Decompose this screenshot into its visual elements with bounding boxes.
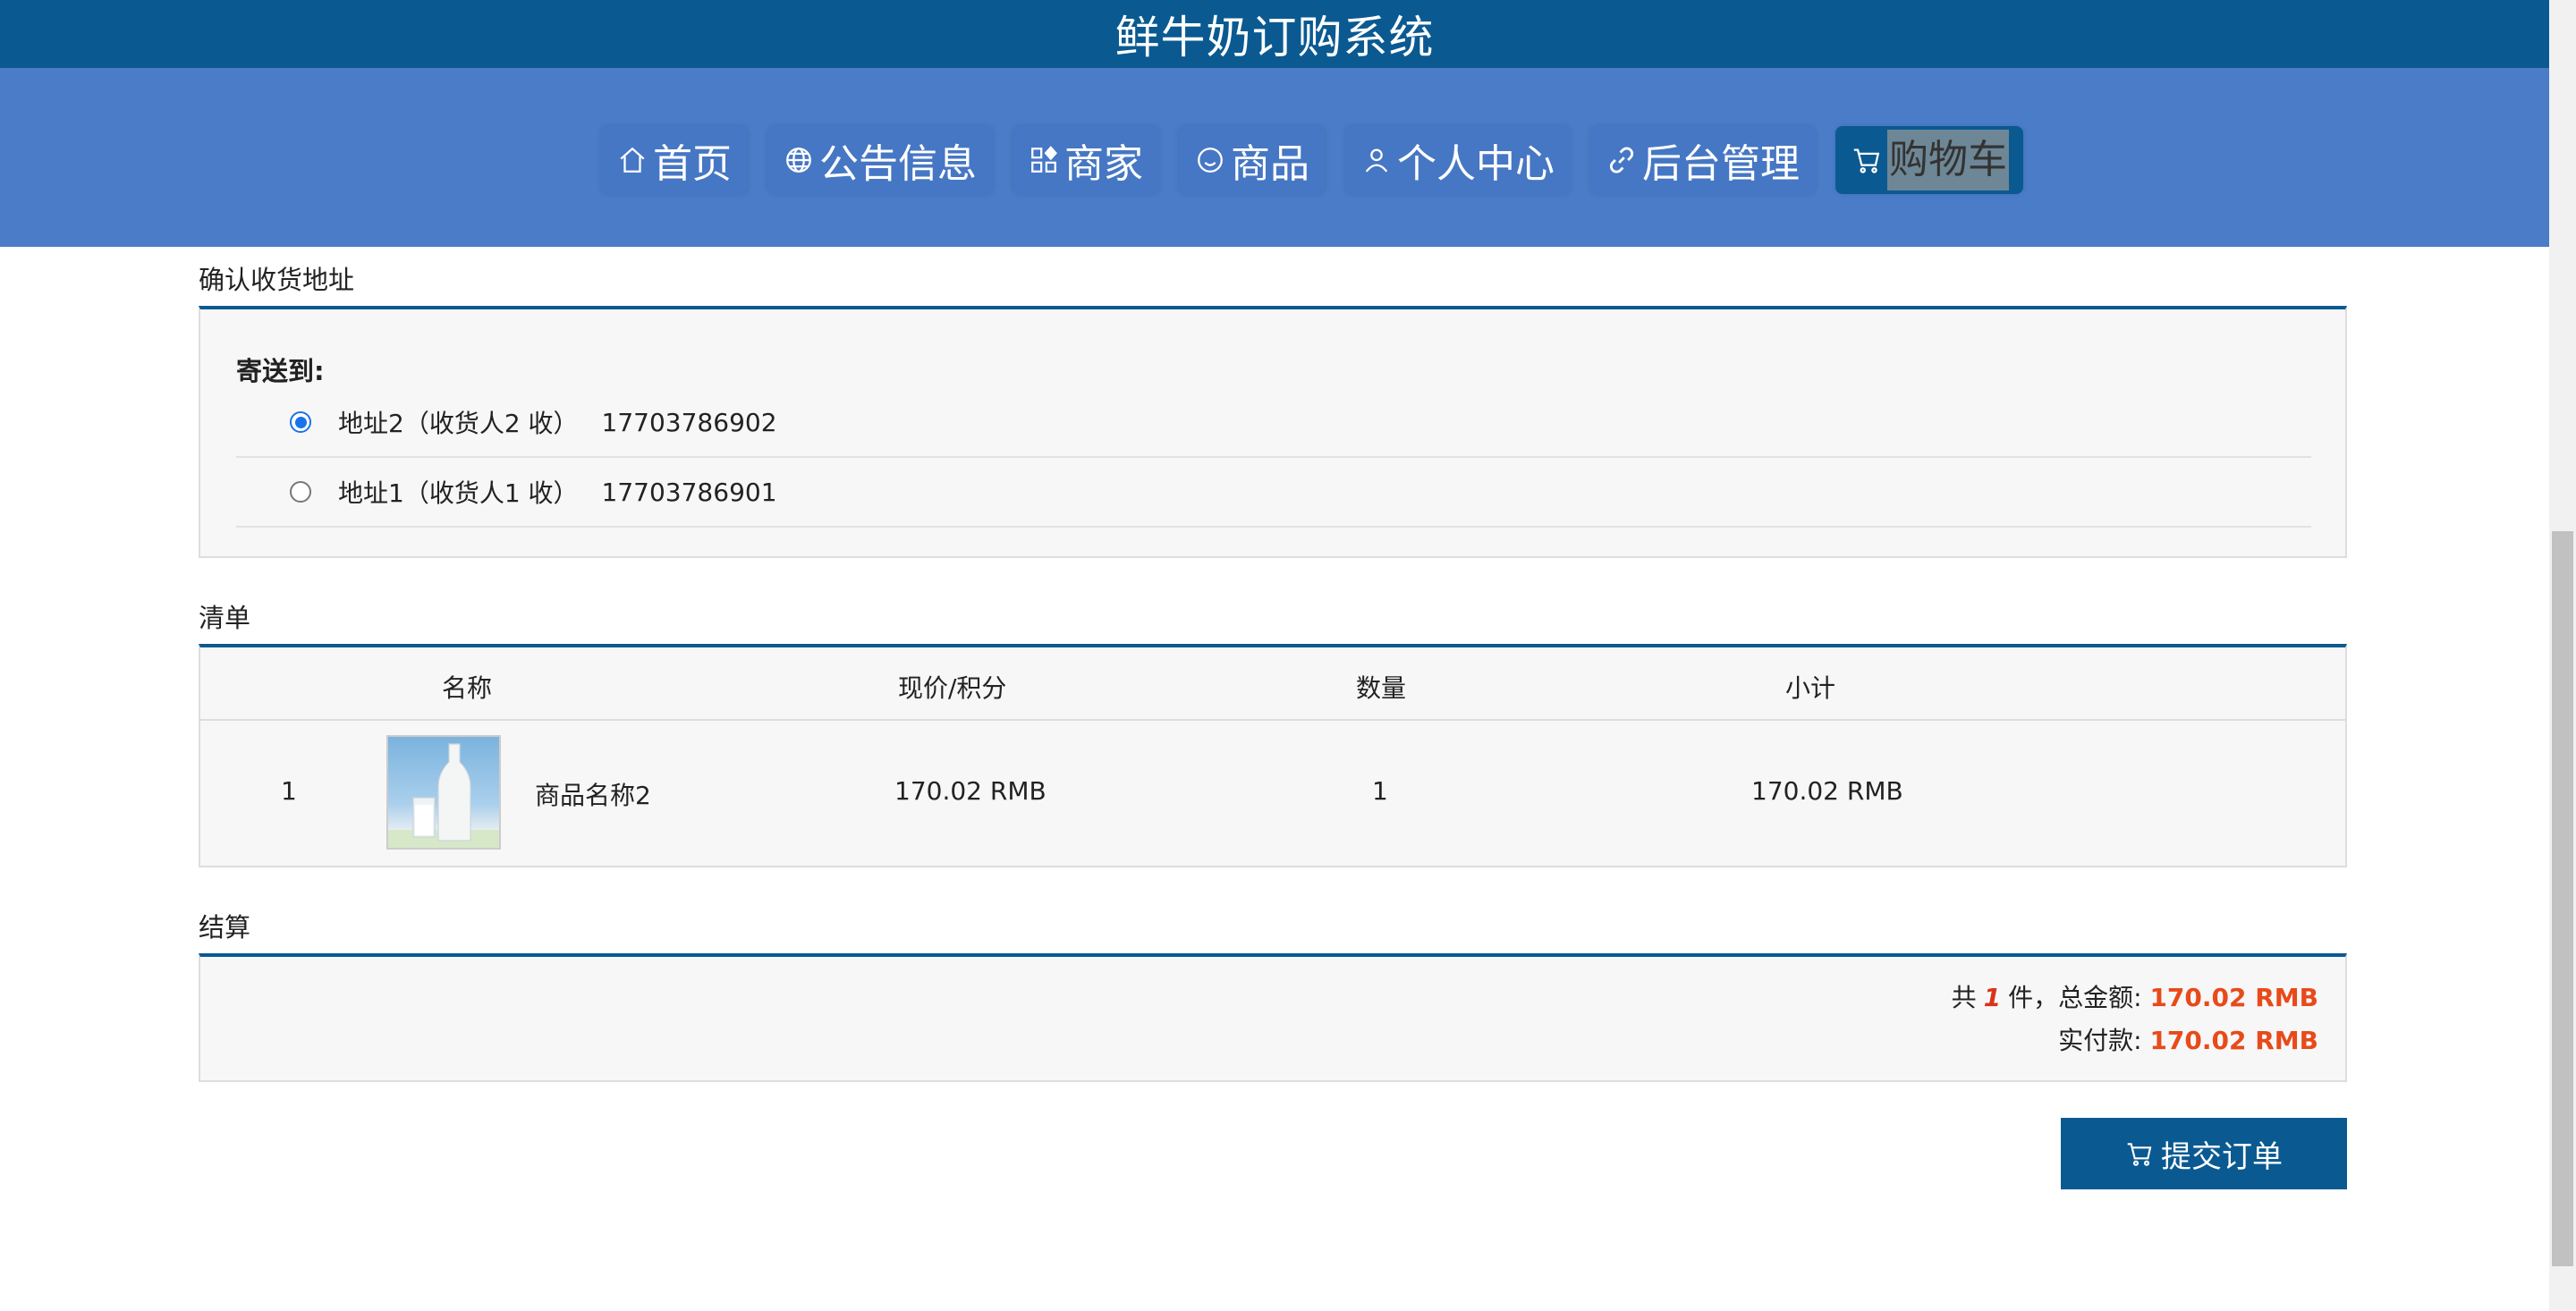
table-row: 1 商品名称2 170.02 RMB 1 170.02 RMB bbox=[200, 721, 2345, 867]
settle-section-title: 结算 bbox=[199, 912, 251, 943]
nav-label: 商品 bbox=[1231, 141, 1309, 187]
address-name: 地址1 bbox=[338, 478, 404, 508]
address-radio[interactable] bbox=[290, 481, 311, 503]
row-index: 1 bbox=[281, 776, 297, 806]
nav-item-cart[interactable]: 购物车 bbox=[1835, 126, 2023, 194]
row-qty: 1 bbox=[1372, 776, 1388, 806]
address-phone: 17703786902 bbox=[601, 407, 777, 437]
link-icon bbox=[1609, 147, 1634, 173]
row-subtotal: 170.02 RMB bbox=[1751, 776, 1903, 806]
total-label: 件，总金额: bbox=[2008, 983, 2142, 1012]
header-price: 现价/积分 bbox=[898, 673, 1007, 703]
page-scrollbar[interactable] bbox=[2549, 0, 2576, 1311]
settle-panel: 共 1 件，总金额: 170.02 RMB 实付款: 170.02 RMB bbox=[199, 953, 2347, 1082]
nav-label: 首页 bbox=[653, 141, 732, 187]
header-name: 名称 bbox=[442, 673, 493, 703]
row-price: 170.02 RMB bbox=[894, 776, 1046, 806]
nav-item-merchants[interactable]: 商家 bbox=[1013, 126, 1159, 194]
title-bar: 鲜牛奶订购系统 bbox=[0, 0, 2549, 68]
list-section-title: 清单 bbox=[199, 603, 251, 633]
nav-item-announcements[interactable]: 公告信息 bbox=[767, 126, 993, 194]
nav-item-admin[interactable]: 后台管理 bbox=[1590, 126, 1816, 194]
address-option[interactable]: 地址1 （收货人1 收） 17703786901 bbox=[236, 458, 2311, 528]
grid-icon bbox=[1031, 146, 1057, 173]
product-thumbnail[interactable] bbox=[386, 735, 501, 850]
globe-icon bbox=[786, 148, 811, 173]
cart-icon bbox=[2127, 1143, 2152, 1166]
nav-item-products[interactable]: 商品 bbox=[1179, 126, 1326, 194]
product-name[interactable]: 商品名称2 bbox=[535, 776, 651, 812]
count-prefix: 共 bbox=[1951, 983, 1977, 1012]
item-count: 1 bbox=[1983, 983, 2002, 1012]
nav-label: 公告信息 bbox=[819, 141, 977, 187]
page: 鲜牛奶订购系统 首页 公告信息 商家 商品 个人中心 后台管理 购物车 确认收货… bbox=[0, 0, 2549, 1311]
nav-label: 后台管理 bbox=[1642, 141, 1800, 187]
user-icon bbox=[1365, 148, 1388, 173]
submit-order-button[interactable]: 提交订单 bbox=[2061, 1118, 2347, 1189]
nav-label: 个人中心 bbox=[1397, 141, 1555, 187]
address-receiver: （收货人1 收） bbox=[403, 478, 579, 508]
scrollbar-thumb[interactable] bbox=[2552, 531, 2573, 1266]
nav-label: 购物车 bbox=[1887, 130, 2009, 190]
nav-bar: 首页 公告信息 商家 商品 个人中心 后台管理 购物车 bbox=[0, 68, 2549, 247]
cart-icon bbox=[1853, 148, 1880, 173]
address-name: 地址2 bbox=[338, 409, 404, 438]
submit-label: 提交订单 bbox=[2161, 1139, 2283, 1174]
nav-item-profile[interactable]: 个人中心 bbox=[1345, 126, 1571, 194]
total-amount: 170.02 RMB bbox=[2149, 983, 2318, 1012]
address-receiver: （收货人2 收） bbox=[403, 409, 579, 438]
address-section-title: 确认收货地址 bbox=[199, 265, 355, 295]
smile-icon bbox=[1198, 148, 1223, 173]
ship-to-label: 寄送到: bbox=[236, 356, 325, 386]
nav-label: 商家 bbox=[1064, 141, 1143, 187]
header-qty: 数量 bbox=[1356, 673, 1407, 703]
pay-amount: 170.02 RMB bbox=[2149, 1026, 2318, 1055]
payment-summary: 实付款: 170.02 RMB bbox=[2058, 1021, 2318, 1057]
pay-label: 实付款: bbox=[2058, 1026, 2142, 1055]
nav-item-home[interactable]: 首页 bbox=[601, 126, 748, 194]
main-nav: 首页 公告信息 商家 商品 个人中心 后台管理 购物车 bbox=[601, 126, 2023, 194]
home-icon bbox=[620, 147, 645, 173]
milk-bottle-image bbox=[388, 743, 499, 848]
address-panel: 寄送到: 地址2 （收货人2 收） 17703786902 地址1 （收货人1 … bbox=[199, 306, 2347, 558]
total-summary: 共 1 件，总金额: 170.02 RMB bbox=[1952, 978, 2318, 1014]
page-title: 鲜牛奶订购系统 bbox=[1114, 12, 1435, 63]
address-option[interactable]: 地址2 （收货人2 收） 17703786902 bbox=[236, 388, 2311, 458]
address-phone: 17703786901 bbox=[601, 477, 777, 507]
order-list-panel: 名称 现价/积分 数量 小计 1 商品名称2 170.02 RMB 1 170.… bbox=[199, 644, 2347, 867]
address-radio[interactable] bbox=[290, 411, 311, 433]
header-subtotal: 小计 bbox=[1785, 673, 1836, 703]
list-header: 名称 现价/积分 数量 小计 bbox=[200, 647, 2345, 721]
